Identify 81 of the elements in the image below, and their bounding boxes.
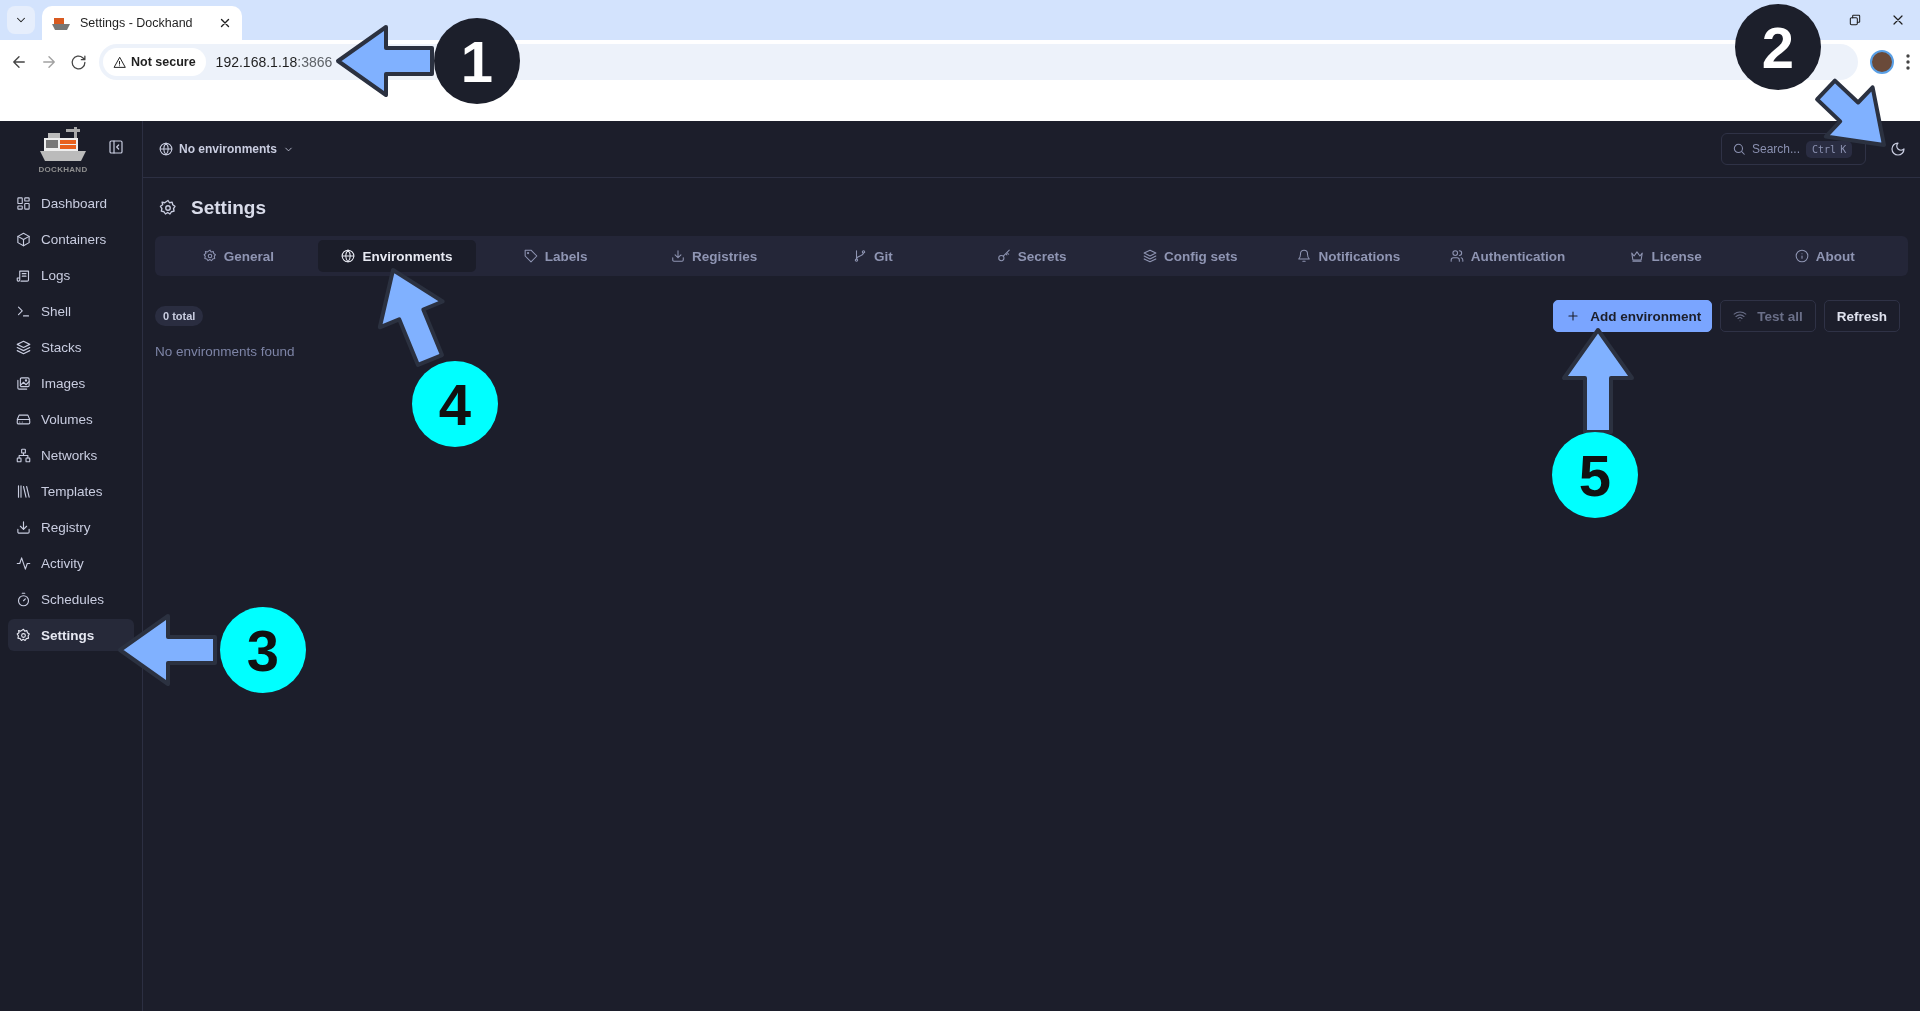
- settings-tab[interactable]: Labels: [476, 240, 635, 272]
- download-icon: [671, 249, 686, 263]
- wifi-icon: [1733, 309, 1748, 323]
- sidebar-item[interactable]: Containers: [8, 223, 134, 255]
- search-icon: [1732, 142, 1746, 156]
- branch-icon: [853, 249, 867, 263]
- settings-tab[interactable]: License: [1586, 240, 1746, 272]
- restore-icon: [1848, 13, 1862, 27]
- layers-icon: [16, 339, 31, 355]
- timer-icon: [16, 591, 31, 607]
- refresh-button[interactable]: Refresh: [1823, 300, 1900, 332]
- settings-tab[interactable]: Secrets: [952, 240, 1111, 272]
- close-icon: [218, 16, 232, 30]
- images-icon: [16, 375, 31, 391]
- reload-icon: [70, 53, 87, 71]
- sidebar-item[interactable]: Volumes: [8, 403, 134, 435]
- sidebar-item[interactable]: Registry: [8, 511, 134, 543]
- sidebar-item[interactable]: Shell: [8, 295, 134, 327]
- settings-tab[interactable]: Git: [793, 240, 953, 272]
- step-number: 5: [1552, 432, 1638, 518]
- count-badge: 0 total: [155, 306, 204, 326]
- environment-selector[interactable]: No environments: [159, 142, 294, 156]
- url-text: 192.168.1.18:3866: [215, 54, 333, 70]
- sidebar-item[interactable]: Dashboard: [8, 187, 134, 219]
- settings-tab[interactable]: Environments: [317, 240, 477, 272]
- empty-message: No environments found: [155, 344, 296, 359]
- cube-icon: [16, 231, 31, 247]
- sidebar-item[interactable]: Networks: [8, 439, 134, 471]
- sidebar-item[interactable]: Schedules: [8, 583, 134, 615]
- plus-icon: [1566, 309, 1581, 323]
- theme-toggle[interactable]: [1890, 141, 1906, 157]
- sidebar-toggle-icon: [108, 139, 124, 155]
- settings-tab[interactable]: Registries: [634, 240, 794, 272]
- sidebar-item[interactable]: Templates: [8, 475, 134, 507]
- settings-tab[interactable]: Config sets: [1110, 240, 1270, 272]
- forward-icon: [40, 53, 58, 71]
- dashboard-icon: [16, 195, 31, 211]
- globe-icon: [159, 142, 173, 156]
- shortcut-hint: Ctrl K: [1806, 140, 1853, 158]
- warning-icon: [113, 55, 126, 69]
- settings-tab[interactable]: Notifications: [1269, 240, 1429, 272]
- moon-icon: [1890, 141, 1906, 157]
- step-number: 3: [220, 607, 306, 693]
- tab-title: Settings - Dockhand: [80, 16, 194, 30]
- more-icon[interactable]: [1906, 54, 1910, 70]
- download-icon: [16, 519, 31, 535]
- key-icon: [996, 249, 1011, 263]
- scroll-icon: [16, 267, 31, 283]
- pulse-icon: [16, 555, 31, 571]
- tag-icon: [523, 249, 538, 263]
- callout-arrow: [1815, 78, 1886, 147]
- terminal-icon: [16, 303, 31, 319]
- sidebar-item[interactable]: Settings: [8, 619, 134, 651]
- settings-tab[interactable]: Authentication: [1428, 240, 1587, 272]
- drive-icon: [16, 411, 31, 427]
- logo-text: DOCKHAND: [38, 164, 88, 174]
- ship-icon: [52, 16, 70, 30]
- add-button[interactable]: Add environment: [1553, 300, 1713, 332]
- settings-icon: [159, 199, 177, 217]
- security-chip[interactable]: Not secure: [103, 48, 206, 76]
- sidebar-item[interactable]: Images: [8, 367, 134, 399]
- layers-icon: [1142, 249, 1157, 263]
- users-icon: [1449, 249, 1464, 263]
- browser-tab[interactable]: Settings - Dockhand: [42, 6, 242, 40]
- crown-icon: [1630, 249, 1645, 263]
- settings-icon: [202, 249, 217, 263]
- globe-icon: [341, 249, 356, 263]
- step-number: 4: [412, 361, 498, 447]
- info-icon: [1794, 249, 1809, 263]
- sidebar-item[interactable]: Stacks: [8, 331, 134, 363]
- books-icon: [16, 483, 31, 499]
- settings-tab[interactable]: General: [159, 240, 318, 272]
- sidebar-item[interactable]: Logs: [8, 259, 134, 291]
- avatar-icon[interactable]: [1870, 50, 1894, 74]
- back-icon: [10, 53, 28, 71]
- sidebar-item[interactable]: Activity: [8, 547, 134, 579]
- settings-icon: [16, 627, 31, 643]
- network-icon: [16, 447, 31, 463]
- bell-icon: [1297, 249, 1312, 263]
- page-title: Settings: [191, 197, 266, 219]
- settings-tab[interactable]: About: [1745, 240, 1905, 272]
